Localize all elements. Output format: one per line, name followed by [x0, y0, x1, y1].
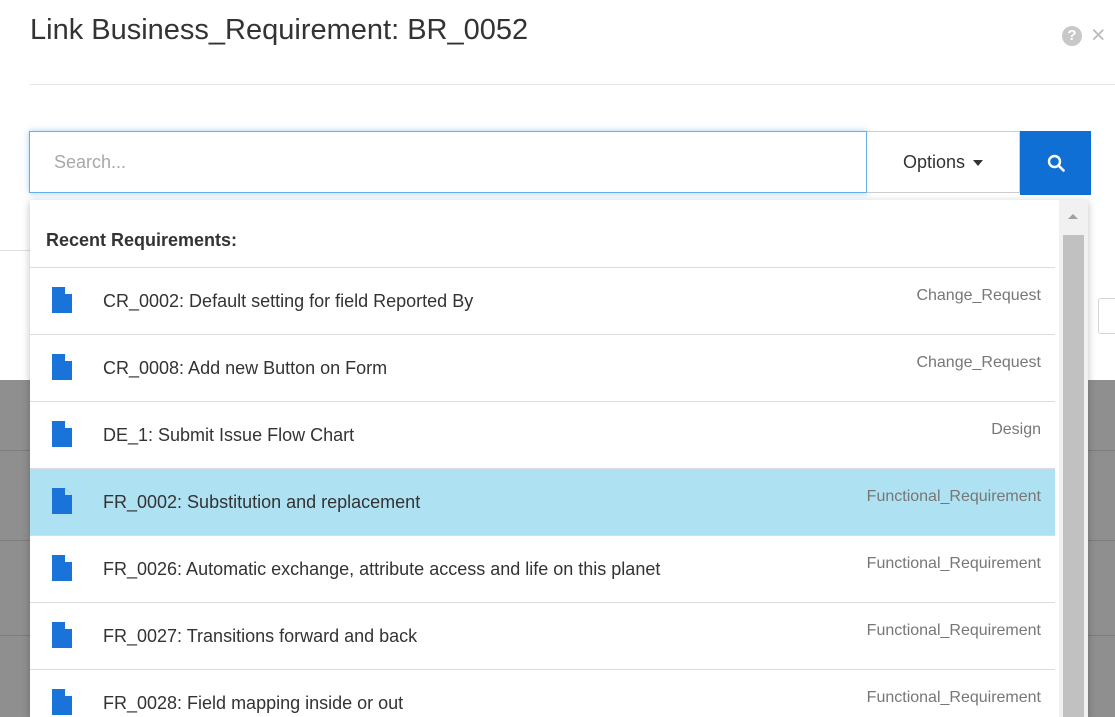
dropdown-header-label: Recent Requirements: — [46, 230, 238, 250]
document-icon — [52, 555, 72, 581]
requirement-title: FR_0002: Substitution and replacement — [103, 492, 421, 512]
dropdown-scrollbar[interactable] — [1059, 200, 1088, 717]
requirement-item[interactable]: DE_1: Submit Issue Flow Chart Design — [30, 402, 1055, 469]
requirement-item[interactable]: FR_0028: Field mapping inside or out Fun… — [30, 670, 1055, 717]
background-control — [1098, 298, 1115, 334]
dropdown-header: Recent Requirements: — [30, 200, 1055, 268]
search-icon — [1047, 154, 1065, 172]
requirement-type: Functional_Requirement — [866, 488, 1041, 505]
document-icon — [52, 287, 72, 313]
options-button[interactable]: Options — [867, 131, 1020, 193]
requirement-item[interactable]: FR_0026: Automatic exchange, attribute a… — [30, 536, 1055, 603]
recent-requirements-dropdown: Recent Requirements: CR_0002: Default se… — [30, 200, 1088, 717]
requirement-title: CR_0008: Add new Button on Form — [103, 358, 388, 378]
requirement-title: FR_0027: Transitions forward and back — [103, 626, 418, 646]
link-requirement-dialog: Link Business_Requirement: BR_0052 ? × O… — [0, 0, 1115, 717]
header-divider — [30, 84, 1115, 85]
requirement-title: CR_0002: Default setting for field Repor… — [103, 291, 474, 311]
requirement-type: Change_Request — [916, 287, 1041, 304]
requirement-item-selected[interactable]: FR_0002: Substitution and replacement Fu… — [30, 469, 1055, 536]
document-icon — [52, 622, 72, 648]
requirement-type: Functional_Requirement — [866, 689, 1041, 706]
requirement-type: Change_Request — [916, 354, 1041, 371]
help-icon[interactable]: ? — [1062, 26, 1082, 46]
requirement-title: DE_1: Submit Issue Flow Chart — [103, 425, 355, 445]
requirement-item[interactable]: CR_0008: Add new Button on Form Change_R… — [30, 335, 1055, 402]
background-divider — [0, 250, 30, 251]
requirement-title: FR_0028: Field mapping inside or out — [103, 693, 404, 713]
requirement-item[interactable]: FR_0027: Transitions forward and back Fu… — [30, 603, 1055, 670]
requirement-type: Functional_Requirement — [866, 622, 1041, 639]
requirement-item[interactable]: CR_0002: Default setting for field Repor… — [30, 268, 1055, 335]
document-icon — [52, 354, 72, 380]
search-button[interactable] — [1020, 131, 1091, 195]
document-icon — [52, 689, 72, 715]
options-label: Options — [902, 151, 966, 172]
document-icon — [52, 488, 72, 514]
search-input[interactable] — [29, 131, 867, 193]
scrollbar-thumb[interactable] — [1063, 235, 1084, 717]
scroll-up-arrow-icon[interactable] — [1068, 214, 1078, 219]
document-icon — [52, 421, 72, 447]
requirement-type: Functional_Requirement — [866, 555, 1041, 572]
search-bar: Options — [29, 131, 1091, 195]
requirement-type: Design — [991, 421, 1041, 438]
requirement-title: FR_0026: Automatic exchange, attribute a… — [103, 559, 661, 579]
close-icon[interactable]: × — [1091, 21, 1106, 49]
dialog-title: Link Business_Requirement: BR_0052 — [30, 14, 529, 46]
caret-down-icon — [973, 160, 984, 166]
